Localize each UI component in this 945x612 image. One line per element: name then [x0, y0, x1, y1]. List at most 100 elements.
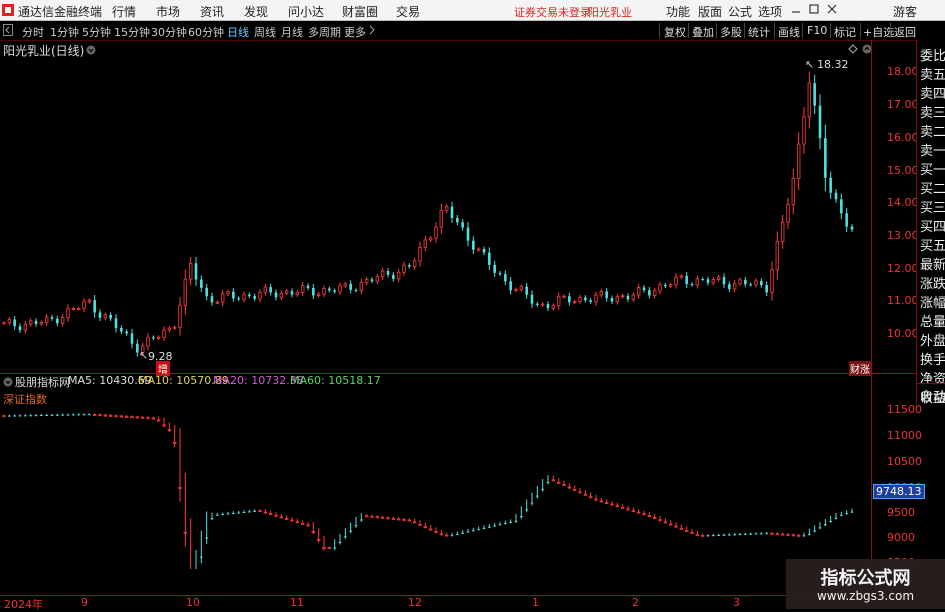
side-item-turnover[interactable]: 换手 [920, 349, 945, 368]
menu-banmian[interactable]: 版面 [698, 3, 722, 20]
side-item-sell3[interactable]: 卖三 [920, 102, 945, 121]
main-ytick: 15.00 [887, 164, 919, 177]
chart-canvas[interactable] [0, 40, 916, 569]
candle-body [24, 415, 27, 417]
menu-gongneng[interactable]: 功能 [666, 3, 690, 20]
user-guest[interactable]: 游客 [893, 3, 917, 20]
chevron-right-icon[interactable] [368, 23, 376, 40]
candle-body [562, 295, 566, 298]
side-item-weibi[interactable]: 委比 [920, 45, 945, 64]
menu-jiaoyi[interactable]: 交易 [396, 3, 420, 20]
menu-wenxiaoda[interactable]: 问小达 [288, 3, 324, 20]
auto-button[interactable]: 自动 [920, 386, 945, 405]
candle-body [343, 283, 348, 287]
candle-body [594, 294, 598, 303]
candle-body [786, 534, 790, 536]
btn-fuquan[interactable]: 复权 [664, 24, 686, 40]
side-item-sell2[interactable]: 卖二 [920, 121, 945, 140]
menu-zixun[interactable]: 资讯 [200, 3, 224, 20]
menu-gongshi[interactable]: 公式 [728, 3, 752, 20]
side-item-latest[interactable]: 最新 [920, 254, 945, 273]
btn-duogu[interactable]: 多股 [720, 24, 742, 40]
period-15min[interactable]: 15分钟 [114, 24, 150, 40]
period-multi[interactable]: 多周期 [308, 24, 341, 40]
btn-biaoji[interactable]: 标记 [834, 24, 856, 40]
candle-body [498, 524, 502, 526]
candle-body [242, 511, 246, 513]
side-item-outer[interactable]: 外盘 [920, 330, 945, 349]
candle-body [306, 524, 310, 527]
sub-ytick: 9500 [887, 506, 915, 519]
candle-body [327, 547, 332, 549]
x-label: 10 [186, 596, 200, 609]
menu-caifuquan[interactable]: 财富圈 [342, 3, 378, 20]
side-item-buy4[interactable]: 买四 [920, 216, 945, 235]
candle-body [290, 291, 294, 295]
candle-body [263, 511, 268, 514]
indicator-name[interactable]: 股朋指标网 [15, 374, 70, 390]
candle-body [34, 320, 38, 325]
candle-body [375, 276, 380, 282]
btn-huaxian[interactable]: 画线 [778, 24, 800, 40]
btn-tongji[interactable]: 统计 [748, 24, 770, 40]
side-item-sell4[interactable]: 卖四 [920, 83, 945, 102]
login-notice[interactable]: 证券交易未登录 [514, 4, 591, 20]
btn-diejia[interactable]: 叠加 [692, 24, 714, 40]
candle-body [834, 517, 838, 519]
candle-body [829, 520, 832, 522]
period-60min[interactable]: 60分钟 [188, 24, 224, 40]
candle-body [349, 530, 352, 532]
side-item-buy2[interactable]: 买二 [920, 178, 945, 197]
candle-body [56, 414, 59, 416]
chevron-down-icon[interactable] [3, 376, 13, 390]
period-monthly[interactable]: 月线 [281, 24, 303, 40]
candle-body [300, 522, 305, 525]
period-fenshi[interactable]: 分时 [22, 24, 44, 40]
auto-button-box: 自动 [916, 383, 945, 405]
minimize-icon[interactable] [790, 2, 802, 19]
side-item-sell1[interactable]: 卖一 [920, 140, 945, 159]
period-weekly[interactable]: 周线 [254, 24, 276, 40]
candle-body [322, 547, 326, 549]
menu-shichang[interactable]: 市场 [156, 3, 180, 20]
period-daily[interactable]: 日线 [227, 24, 249, 40]
candle-body [418, 246, 422, 262]
side-item-change[interactable]: 涨跌 [920, 273, 945, 292]
candle-body [216, 514, 219, 516]
candle-body [407, 519, 412, 522]
btn-f10[interactable]: F10 [807, 24, 827, 37]
side-item-sell5[interactable]: 卖五 [920, 64, 945, 83]
side-item-buy3[interactable]: 买三 [920, 197, 945, 216]
candle-body [562, 484, 566, 487]
btn-fanhui[interactable]: 返回 [894, 24, 916, 40]
period-5min[interactable]: 5分钟 [82, 24, 111, 40]
candle-body [765, 285, 768, 293]
sub-ytick: 11000 [887, 429, 922, 442]
candle-body [802, 535, 806, 537]
chevron-left-icon[interactable] [3, 23, 13, 40]
period-more[interactable]: 更多 [344, 24, 366, 40]
candle-body [274, 514, 278, 517]
candle-body [712, 535, 715, 537]
side-item-volume[interactable]: 总量 [920, 311, 945, 330]
period-1min[interactable]: 1分钟 [50, 24, 79, 40]
side-item-buy5[interactable]: 买五 [920, 235, 945, 254]
high-price-label: 18.32 [817, 58, 849, 71]
x-label: 1 [532, 596, 539, 609]
side-item-buy1[interactable]: 买一 [920, 159, 945, 178]
candle-body [344, 536, 347, 538]
candle-body [312, 287, 315, 296]
candle-body [396, 271, 401, 280]
menu-hangqing[interactable]: 行情 [112, 3, 136, 20]
maximize-icon[interactable] [808, 2, 820, 19]
close-icon[interactable] [826, 2, 838, 19]
side-item-pct[interactable]: 涨幅 [920, 292, 945, 311]
candle-body [584, 297, 587, 301]
period-30min[interactable]: 30分钟 [151, 24, 187, 40]
candle-body [520, 516, 523, 518]
candle-body [423, 239, 428, 248]
menu-xuanxiang[interactable]: 选项 [758, 3, 782, 20]
menu-faxian[interactable]: 发现 [244, 3, 268, 20]
candle-body [456, 533, 459, 535]
candle-body [668, 284, 673, 287]
